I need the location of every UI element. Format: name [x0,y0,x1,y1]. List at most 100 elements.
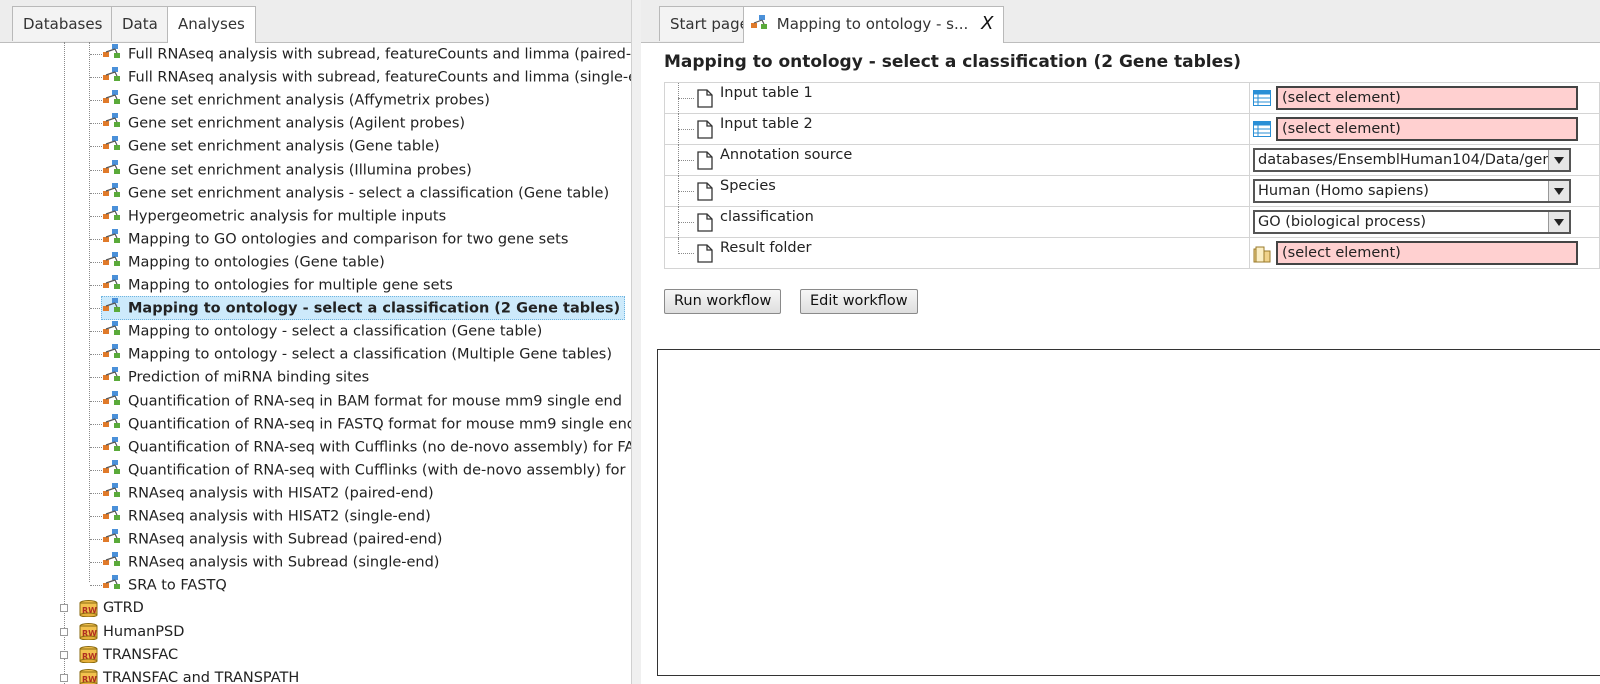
species-label: Species [720,178,776,194]
tree-item[interactable]: SRA to FASTQ [102,574,227,596]
svg-text:RW: RW [82,629,97,638]
tree-guide-line [678,160,694,161]
chevron-down-icon[interactable] [1548,150,1569,170]
workflow-icon [102,112,122,135]
species-dropdown[interactable]: Human (Homo sapiens) [1253,179,1571,203]
tree-item[interactable]: Gene set enrichment analysis (Gene table… [102,135,440,157]
tree-item[interactable]: RNAseq analysis with Subread (single-end… [102,551,439,573]
database-icon: RW [79,646,98,664]
edit-workflow-button[interactable]: Edit workflow [800,289,918,314]
workflow-icon [102,343,122,366]
chevron-down-icon[interactable] [1548,181,1569,201]
tree-item[interactable]: Mapping to GO ontologies and comparison … [102,228,568,250]
tab-mapping-ontology[interactable]: Mapping to ontology - s... X [743,6,1005,43]
parameter-name-cell: Result folder [664,237,1250,269]
expand-toggle-icon[interactable] [60,673,68,682]
workflow-icon [102,413,122,436]
annotation-source-value: databases/EnsemblHuman104/Data/gene [1258,152,1548,168]
tree-item[interactable]: Mapping to ontology - select a classific… [102,320,542,342]
workflow-icon [102,251,122,274]
tree-database-label: TRANSFAC [103,646,179,663]
tree-item-selected[interactable]: Mapping to ontology - select a classific… [101,296,626,321]
tree-item[interactable]: Hypergeometric analysis for multiple inp… [102,205,446,227]
tree-guide-line [678,191,694,192]
tree-guide-line [90,562,102,564]
table-icon[interactable] [1253,121,1271,141]
svg-text:RW: RW [82,606,97,615]
tree-item[interactable]: Full RNAseq analysis with subread, featu… [102,66,641,89]
tree-item[interactable]: Mapping to ontologies (Gene table) [102,251,385,273]
tree-item[interactable]: Prediction of miRNA binding sites [102,366,369,388]
tree-item[interactable]: Quantification of RNA-seq in BAM format … [102,390,622,412]
tree-item-label: Prediction of miRNA binding sites [128,369,370,386]
input-table-2-field[interactable]: (select element) [1276,117,1578,141]
parameters-table: Input table 1 (select element) Input table… [664,82,1600,269]
panel-splitter[interactable] [631,0,641,684]
tree-item[interactable]: RNAseq analysis with HISAT2 (paired-end) [102,482,434,504]
workflow-icon [102,320,122,343]
workflow-icon [102,274,122,297]
annotation-source-label: Annotation source [720,147,853,163]
tree-guide-line [678,253,694,254]
tab-analyses[interactable]: Analyses [167,6,256,43]
workflow-icon [102,135,122,158]
parameter-value-cell: (select element) [1249,82,1600,114]
tree-item[interactable]: Gene set enrichment analysis - select a … [102,182,609,204]
tree-item[interactable]: Quantification of RNA-seq in FASTQ forma… [102,413,636,435]
chevron-down-icon[interactable] [1548,212,1569,232]
result-folder-field[interactable]: (select element) [1276,241,1578,265]
tree-item[interactable]: Gene set enrichment analysis (Illumina p… [102,159,472,181]
tree-item[interactable]: Gene set enrichment analysis (Affymetrix… [102,89,490,111]
input-table-1-field[interactable]: (select element) [1276,86,1578,110]
tree-item[interactable]: Mapping to ontology - select a classific… [102,343,612,365]
tree-item-label: Full RNAseq analysis with subread, featu… [128,69,641,86]
workflow-icon [102,366,122,389]
analyses-tree: Full RNAseq analysis with subread, featu… [0,42,640,684]
tree-guide-line [90,123,102,125]
expand-toggle-icon[interactable] [60,650,68,659]
result-folder-label: Result folder [720,240,812,256]
tree-item-label: Quantification of RNA-seq in FASTQ forma… [128,416,636,433]
tree-database-item[interactable]: RW TRANSFAC and TRANSPATH [79,667,299,684]
tree-database-label: TRANSFAC and TRANSPATH [103,669,300,684]
tree-item[interactable]: Mapping to ontologies for multiple gene … [102,274,453,296]
workflow-icon [102,528,122,551]
database-icon: RW [79,669,98,684]
tree-item[interactable]: RNAseq analysis with Subread (paired-end… [102,528,442,550]
tree-guide-line [90,354,102,356]
parameter-row: classification GO (biological process) [664,206,1600,238]
tree-database-item[interactable]: RW TRANSFAC [79,644,178,666]
tree-item-label: Gene set enrichment analysis (Agilent pr… [128,115,466,132]
tree-guide-line [90,469,102,471]
parameter-value-cell: (select element) [1249,237,1600,269]
tree-item-label: Mapping to ontology - select a classific… [128,300,621,317]
workflow-icon [102,66,122,89]
tree-item[interactable]: Gene set enrichment analysis (Agilent pr… [102,112,465,134]
svg-text:RW: RW [82,652,97,661]
workflow-icon [102,297,122,320]
tree-item[interactable]: Quantification of RNA-seq with Cufflinks… [102,436,640,458]
tree-item-label: Mapping to ontologies for multiple gene … [128,277,453,294]
tree-item[interactable]: RNAseq analysis with HISAT2 (single-end) [102,505,431,527]
tree-item-label: Gene set enrichment analysis (Illumina p… [128,162,472,178]
table-icon[interactable] [1253,90,1271,110]
tree-item[interactable]: Quantification of RNA-seq with Cufflinks… [102,459,638,481]
expand-toggle-icon[interactable] [60,604,68,613]
tab-databases[interactable]: Databases [12,6,114,41]
tree-item[interactable]: Full RNAseq analysis with subread, featu… [102,43,640,65]
tree-guide-line [90,585,102,587]
tree-guide-line [90,423,102,425]
tree-database-item[interactable]: RW GTRD [79,597,144,619]
close-tab-icon[interactable]: X [981,13,993,34]
tree-database-item[interactable]: RW HumanPSD [79,621,184,643]
database-icon: RW [79,599,98,618]
annotation-source-dropdown[interactable]: databases/EnsemblHuman104/Data/gene [1253,148,1571,172]
classification-dropdown[interactable]: GO (biological process) [1253,210,1571,234]
tab-data[interactable]: Data [111,6,169,41]
expand-toggle-icon[interactable] [60,627,68,636]
workflow-icon [102,390,122,413]
run-workflow-button[interactable]: Run workflow [664,289,782,314]
parameter-name-cell: Species [664,175,1250,207]
folder-icon[interactable] [1253,245,1271,267]
parameter-value-cell: Human (Homo sapiens) [1249,175,1600,207]
